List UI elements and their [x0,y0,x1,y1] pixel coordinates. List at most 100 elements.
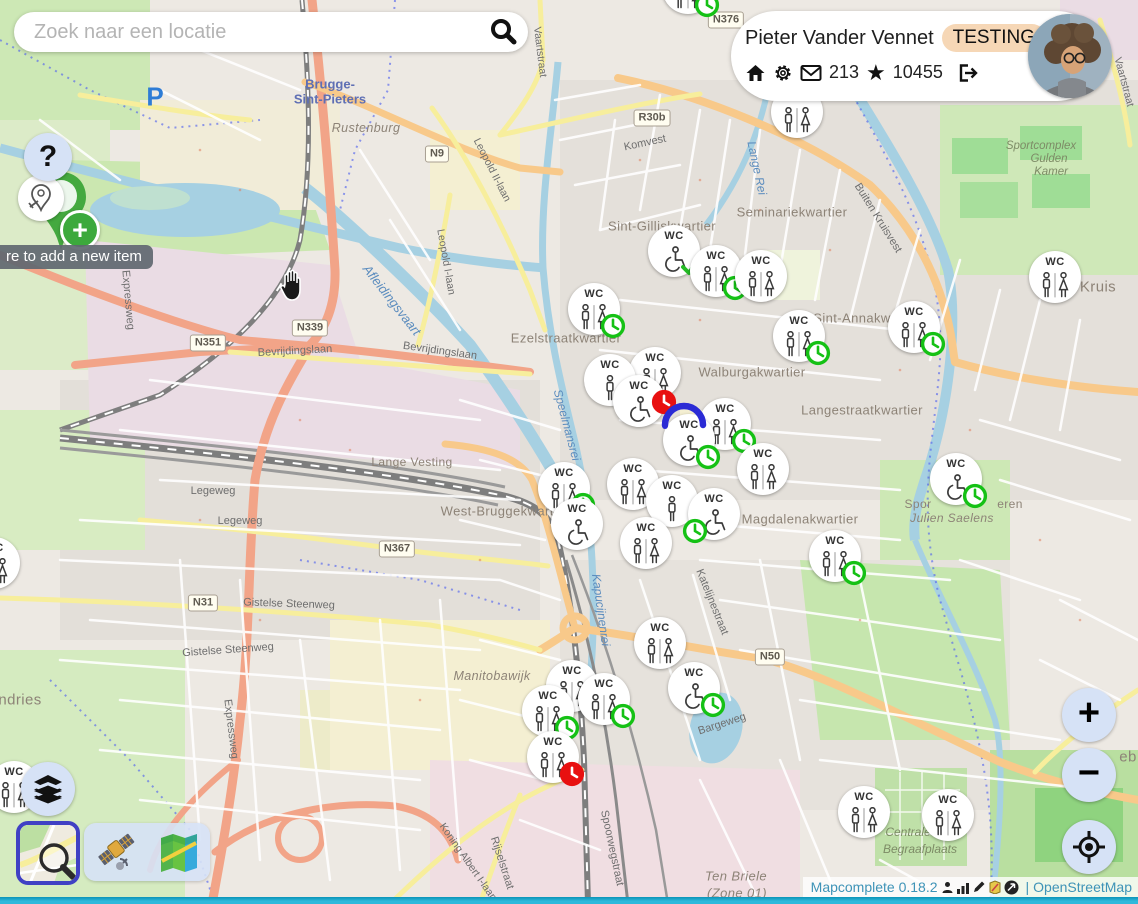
basemap-switcher [84,823,210,881]
marker-wc-label: WC [706,251,725,262]
attribution-separator: | [1026,879,1030,895]
marker-wc-label: WC [4,767,23,778]
marker-wc-label: WC [664,231,683,242]
star-icon: ★ [866,64,886,82]
toilet-figures-icon [933,806,963,841]
attribution-icons [941,880,1019,895]
layers-button[interactable] [21,762,75,816]
osm-carto-icon [20,825,78,883]
marker-wc-label: WC [946,459,965,470]
marker-wc-label: WC [600,360,619,371]
marker-wc-label: WC [751,256,770,267]
home-icon[interactable] [745,63,766,83]
toilet-marker[interactable]: WC [662,0,714,14]
hand-cursor-icon [279,268,307,309]
stats-icon [956,881,970,894]
marker-wc-label: WC [825,536,844,547]
toilet-marker[interactable]: WC [690,245,742,297]
mapcomplete-version-link[interactable]: Mapcomplete 0.18.2 [811,879,938,895]
opening-hours-badge [695,444,721,470]
add-item-tooltip: re to add a new item [0,245,153,269]
toilet-marker[interactable]: WC [773,310,825,362]
logout-icon[interactable] [956,63,978,83]
search-bar [14,12,528,52]
toilet-marker[interactable]: WC [668,662,720,714]
toilet-marker[interactable]: WC [568,283,620,335]
add-item-plus-button[interactable]: + [60,210,100,250]
basemap-satellite-button[interactable] [93,829,139,875]
user-avatar[interactable] [1028,14,1112,98]
marker-wc-label: WC [0,543,4,554]
toilet-figures-icon [666,492,678,527]
toilet-marker[interactable]: WC [527,731,579,783]
toilet-marker[interactable]: WC [922,789,974,841]
marker-wc-label: WC [538,691,557,702]
marker-wc-label: WC [623,464,642,475]
toilet-marker[interactable]: WC [522,685,574,737]
marker-wc-label: WC [562,666,581,677]
opening-hours-badge [559,761,585,787]
toilet-figures-icon [631,534,661,569]
toilet-marker[interactable]: WC [620,517,672,569]
marker-wc-label: WC [904,307,923,318]
attribution-bar: Mapcomplete 0.18.2 | OpenStreetMap [803,877,1138,897]
toilet-marker[interactable]: WC [737,443,789,495]
pencil-icon [972,880,986,894]
basemap-osm-button[interactable] [16,821,80,885]
marker-wc-label: WC [789,316,808,327]
toilet-marker[interactable]: WC [735,250,787,302]
toilet-marker[interactable]: WC [551,498,603,550]
marker-wc-label: WC [554,468,573,479]
messages-count[interactable]: 213 [829,62,859,83]
opening-hours-badge [694,0,720,18]
toilet-marker[interactable]: WC [578,673,630,725]
changesets-count[interactable]: 10455 [893,62,943,83]
help-button[interactable]: ? [24,133,72,181]
toilet-marker[interactable]: WC [634,617,686,669]
search-input[interactable] [32,20,486,45]
marker-wc-label: WC [938,795,957,806]
contributors-icon [941,881,954,894]
toilet-marker[interactable]: WC [688,488,740,540]
toilet-marker[interactable]: WC [1029,251,1081,303]
toilet-figures-icon [746,267,776,302]
satellite-icon [93,829,139,875]
toilet-figures-icon [782,103,812,138]
toilet-figures-icon [748,460,778,495]
opening-hours-badge [600,313,626,339]
wheelchair-toilet-icon [564,515,591,550]
toilet-figures-icon [1040,268,1070,303]
toilet-marker[interactable]: WC [0,537,20,589]
mapcomplete-logo [18,175,64,221]
toilet-marker[interactable]: WC [888,301,940,353]
marker-wc-label: WC [629,381,648,392]
folded-map-icon [156,829,202,875]
marker-wc-label: WC [645,353,664,364]
marker-wc-label: WC [636,523,655,534]
selected-marker-arc [661,399,707,434]
zoom-in-button[interactable]: + [1062,688,1116,742]
marker-wc-label: WC [715,404,734,415]
toilet-marker[interactable]: WC [930,453,982,505]
settings-gear-icon[interactable] [773,63,793,83]
marker-wc-label: WC [854,792,873,803]
messages-icon[interactable] [800,64,822,82]
user-name[interactable]: Pieter Vander Vennet [745,27,934,50]
opening-hours-badge [962,483,988,509]
toilet-marker[interactable]: WC [809,530,861,582]
geolocate-button[interactable] [1062,820,1116,874]
basemap-map-button[interactable] [156,829,202,875]
zoom-out-button[interactable]: − [1062,748,1116,802]
toilet-marker[interactable]: WC [838,786,890,838]
marker-wc-label: WC [584,289,603,300]
marker-wc-label: WC [594,679,613,690]
openstreetmap-link[interactable]: OpenStreetMap [1033,879,1132,895]
opening-hours-badge [610,703,636,729]
opening-hours-badge [805,340,831,366]
bottom-accent-bar [0,897,1138,904]
marker-wc-label: WC [650,623,669,634]
marker-wc-label: WC [567,504,586,515]
layers-icon [32,774,64,804]
toilet-marker[interactable]: WC [613,375,665,427]
search-icon[interactable] [486,15,520,49]
